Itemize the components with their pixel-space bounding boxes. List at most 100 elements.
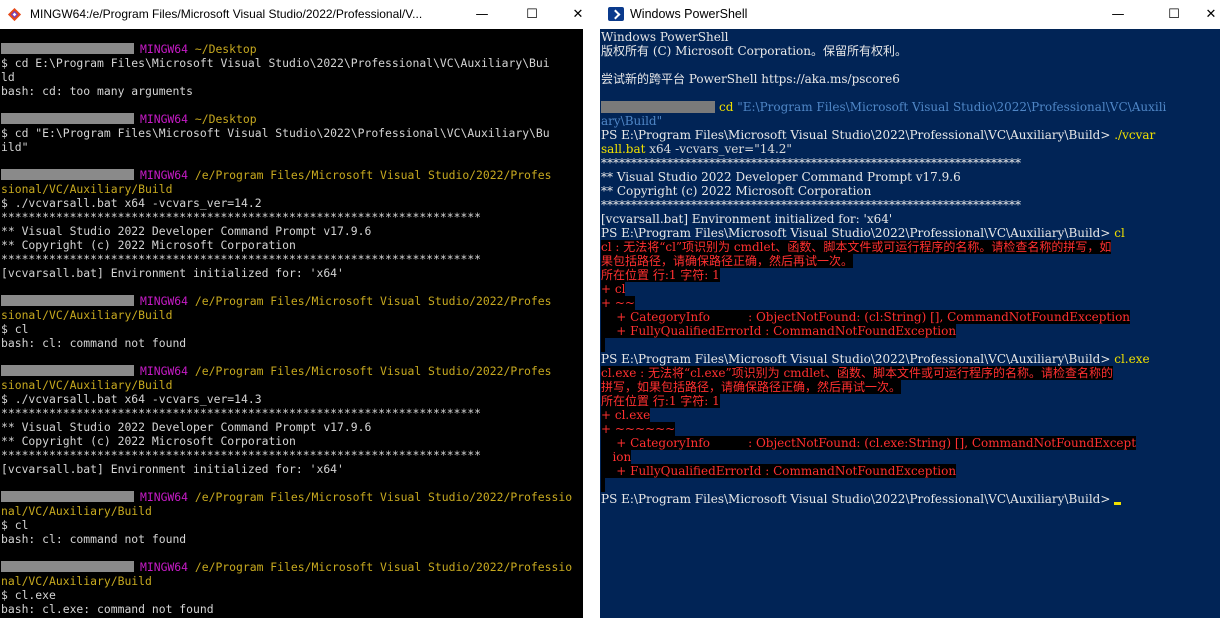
powershell-title-bar[interactable]: Windows PowerShell — ☐ ✕ bbox=[600, 0, 1220, 29]
redacted-prompt bbox=[601, 101, 715, 113]
output-text: PS E:\Program Files\Microsoft Visual Stu… bbox=[601, 128, 1115, 142]
output-text: $ cd "E:\Program Files\Microsoft Visual … bbox=[1, 126, 550, 140]
window-title: Windows PowerShell bbox=[630, 7, 748, 21]
terminal-line: $ cl.exe bbox=[1, 588, 583, 602]
terminal-line: bash: cl.exe: command not found bbox=[1, 602, 583, 616]
prompt-host: MINGW64 bbox=[140, 294, 189, 308]
output-text: ****************************************… bbox=[1, 406, 482, 420]
output-text: PS E:\Program Files\Microsoft Visual Stu… bbox=[601, 226, 1115, 240]
mingw64-terminal-window[interactable]: MINGW64:/e/Program Files/Microsoft Visua… bbox=[0, 0, 583, 618]
output-text: ** Copyright (c) 2022 Microsoft Corporat… bbox=[1, 434, 296, 448]
prompt-line: MINGW64 ~/Desktop bbox=[1, 112, 583, 126]
error-text: + cl.exe bbox=[601, 408, 651, 422]
error-text: 拼写，如果包括路径，请确保路径正确，然后再试一次。 bbox=[601, 380, 902, 394]
prompt-line: MINGW64 ~/Desktop bbox=[1, 42, 583, 56]
prompt-path: /e/Program Files/Microsoft Visual Studio… bbox=[194, 168, 552, 182]
error-text: cl.exe : 无法将“cl.exe”项识别为 cmdlet、函数、脚本文件或… bbox=[601, 366, 1113, 380]
terminal-line: 果包括路径，请确保路径正确，然后再试一次。 bbox=[601, 254, 1220, 268]
prompt-line: MINGW64 /e/Program Files/Microsoft Visua… bbox=[1, 168, 583, 182]
prompt-host: MINGW64 bbox=[140, 490, 189, 504]
terminal-line: $ cl bbox=[1, 322, 583, 336]
terminal-line: nal/VC/Auxiliary/Build bbox=[1, 504, 583, 518]
terminal-line: + cl bbox=[601, 282, 1220, 296]
terminal-line: $ cl bbox=[1, 518, 583, 532]
terminal-line: nal/VC/Auxiliary/Build bbox=[1, 574, 583, 588]
terminal-line: + CategoryInfo : ObjectNotFound: (cl.exe… bbox=[601, 436, 1220, 450]
prompt-path: sional/VC/Auxiliary/Build bbox=[1, 308, 173, 322]
command-text: sall.bat bbox=[601, 142, 646, 156]
terminal-line: PS E:\Program Files\Microsoft Visual Stu… bbox=[601, 226, 1220, 240]
command-text: cl bbox=[1114, 226, 1125, 240]
error-text bbox=[601, 478, 605, 492]
terminal-line: ** Copyright (c) 2022 Microsoft Corporat… bbox=[601, 184, 1220, 198]
prompt-host: MINGW64 bbox=[140, 168, 189, 182]
error-text: + cl bbox=[601, 282, 626, 296]
output-text: ** Visual Studio 2022 Developer Command … bbox=[601, 170, 961, 184]
terminal-line: bash: cl: command not found bbox=[1, 532, 583, 546]
terminal-line: sional/VC/Auxiliary/Build bbox=[1, 378, 583, 392]
output-text: "E:\Program Files\Microsoft Visual Studi… bbox=[737, 100, 1167, 114]
mingw64-title-bar[interactable]: MINGW64:/e/Program Files/Microsoft Visua… bbox=[0, 0, 583, 29]
error-text: + CategoryInfo : ObjectNotFound: (cl.exe… bbox=[601, 436, 1137, 450]
terminal-line: [vcvarsall.bat] Environment initialized … bbox=[1, 266, 583, 280]
error-text: + FullyQualifiedErrorId : CommandNotFoun… bbox=[601, 464, 957, 478]
output-text: ld bbox=[1, 70, 15, 84]
terminal-line: ****************************************… bbox=[1, 448, 583, 462]
error-text: 所在位置 行:1 字符: 1 bbox=[601, 394, 720, 408]
output-text: PS E:\Program Files\Microsoft Visual Stu… bbox=[601, 492, 1115, 506]
output-text: [vcvarsall.bat] Environment initialized … bbox=[601, 212, 893, 226]
prompt-line: MINGW64 /e/Program Files/Microsoft Visua… bbox=[1, 490, 583, 504]
output-text: ild" bbox=[1, 140, 29, 154]
output-text: ** Copyright (c) 2022 Microsoft Corporat… bbox=[1, 238, 296, 252]
error-text: ion bbox=[601, 450, 632, 464]
output-text: x64 -vcvars_ver="14.2" bbox=[645, 142, 792, 156]
output-text: bash: cl.exe: command not found bbox=[1, 602, 214, 616]
error-text: 果包括路径，请确保路径正确，然后再试一次。 bbox=[601, 254, 854, 268]
error-text: cl : 无法将“cl”项识别为 cmdlet、函数、脚本文件或可运行程序的名称… bbox=[601, 240, 1112, 254]
git-bash-icon bbox=[7, 7, 22, 22]
terminal-line: ion bbox=[601, 450, 1220, 464]
terminal-line: ** Visual Studio 2022 Developer Command … bbox=[1, 420, 583, 434]
minimize-button[interactable]: — bbox=[1095, 0, 1141, 29]
output-text: ** Copyright (c) 2022 Microsoft Corporat… bbox=[601, 184, 872, 198]
text-cursor bbox=[1114, 502, 1122, 505]
terminal-line: cl.exe : 无法将“cl.exe”项识别为 cmdlet、函数、脚本文件或… bbox=[601, 366, 1220, 380]
terminal-output[interactable]: Windows PowerShell 版权所有 (C) Microsoft Cor… bbox=[601, 30, 1220, 506]
maximize-button[interactable]: ☐ bbox=[509, 0, 555, 29]
close-button[interactable]: ✕ bbox=[555, 0, 583, 29]
output-text: $ cl bbox=[1, 322, 29, 336]
close-button[interactable]: ✕ bbox=[1188, 0, 1220, 29]
powershell-window[interactable]: Windows PowerShell — ☐ ✕ Windows PowerSh… bbox=[600, 0, 1220, 618]
redacted-username bbox=[1, 113, 134, 124]
redacted-username bbox=[1, 43, 134, 54]
terminal-output[interactable]: MINGW64 ~/Desktop $ cd E:\Program Files\M… bbox=[1, 42, 583, 616]
redacted-username bbox=[1, 365, 134, 376]
output-text: [vcvarsall.bat] Environment initialized … bbox=[1, 462, 344, 476]
terminal-line: + FullyQualifiedErrorId : CommandNotFoun… bbox=[601, 464, 1220, 478]
terminal-line: PS E:\Program Files\Microsoft Visual Stu… bbox=[601, 128, 1220, 142]
terminal-line: ary\Build" bbox=[601, 114, 1220, 128]
output-text: bash: cl: command not found bbox=[1, 336, 187, 350]
output-text: 版权所有 (C) Microsoft Corporation。保留所有权利。 bbox=[601, 44, 907, 58]
prompt-path: nal/VC/Auxiliary/Build bbox=[1, 504, 152, 518]
terminal-line: ** Copyright (c) 2022 Microsoft Corporat… bbox=[1, 434, 583, 448]
terminal-line: PS E:\Program Files\Microsoft Visual Stu… bbox=[601, 352, 1220, 366]
prompt-path: /e/Program Files/Microsoft Visual Studio… bbox=[194, 490, 573, 504]
minimize-button[interactable]: — bbox=[459, 0, 505, 29]
terminal-line: ld bbox=[1, 70, 583, 84]
output-text: ****************************************… bbox=[1, 252, 482, 266]
output-text: $ cd E:\Program Files\Microsoft Visual S… bbox=[1, 56, 550, 70]
error-text: + FullyQualifiedErrorId : CommandNotFoun… bbox=[601, 324, 957, 338]
terminal-line: ****************************************… bbox=[601, 198, 1220, 212]
output-text: ****************************************… bbox=[1, 448, 482, 462]
terminal-line: + cl.exe bbox=[601, 408, 1220, 422]
terminal-line: 版权所有 (C) Microsoft Corporation。保留所有权利。 bbox=[601, 44, 1220, 58]
output-text: $ cl bbox=[1, 518, 29, 532]
